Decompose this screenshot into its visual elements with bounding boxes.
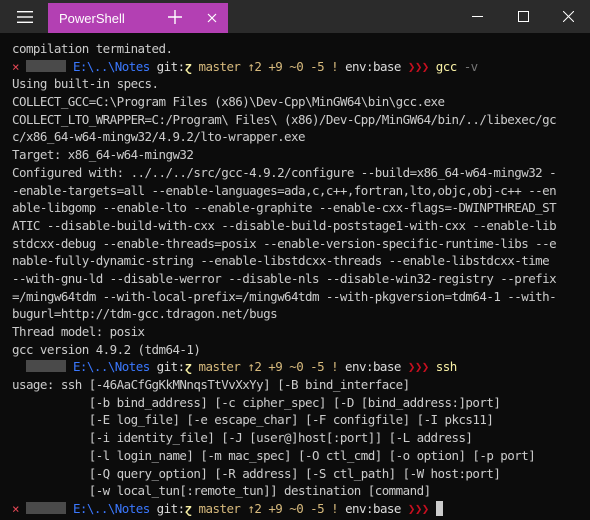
output-line: [-l login_name] [-m mac_spec] [-O ctl_cm… [12, 447, 536, 463]
output-line: [-i identity_file] [-J [user@]host[:port… [12, 430, 473, 446]
prompt-line-current[interactable]: × E:\..\Notes git:ɀ master ↑2 +9 ~0 -5 !… [12, 500, 556, 518]
command-gcc: gcc [435, 58, 457, 74]
output-line: COLLECT_LTO_WRAPPER=C:/Program\ Files\ (… [12, 111, 557, 127]
output-line: COLLECT_GCC=C:\Program Files (x86)\Dev-C… [12, 94, 445, 110]
git-status: ↑2 +9 ~0 -5 ! [247, 500, 339, 516]
output-line: Thread model: posix [12, 324, 145, 339]
git-label: git: [156, 58, 185, 74]
output-line: Target: x86_64-w64-mingw32 [12, 147, 194, 163]
tab-powershell[interactable]: PowerShell [48, 3, 228, 33]
output-line: Using built-in specs. [12, 76, 159, 92]
error-mark: × [12, 500, 20, 516]
output-line: gcc version 4.9.2 (tdm64-1) [12, 341, 201, 357]
output-line: [-b bind_address] [-c cipher_spec] [-D [… [12, 394, 501, 410]
output-line: [-Q query_option] [-R address] [-S ctl_p… [12, 465, 501, 481]
maximize-icon[interactable] [500, 0, 546, 33]
output-line: [-w local_tun[:remote_tun]] destination … [12, 483, 431, 499]
git-label: git: [156, 500, 185, 516]
redacted-username [25, 59, 66, 72]
prompt-path: E:\..\Notes [72, 58, 150, 74]
ssh-output: usage: ssh [-46AaCfGgKkMNnqsTtVvXxYy] [-… [12, 376, 556, 500]
prompt-line: E:\..\Notes git:ɀ master ↑2 +9 ~0 -5 ! e… [12, 358, 556, 376]
git-branch: master [198, 500, 241, 516]
tab-title: PowerShell [59, 10, 125, 26]
prompt-arrows: ❯❯❯ [407, 58, 429, 74]
output-line: c/x86_64-w64-mingw32/4.9.2/lto-wrapper.e… [12, 129, 306, 145]
output-line: -enable-targets=all --enable-languages=a… [12, 182, 557, 198]
env-label: env:base [345, 500, 401, 516]
output-line: --with-gnu-ld --disable-werror --disable… [12, 270, 557, 286]
git-branch: master [198, 58, 241, 74]
git-status: ↑2 +9 ~0 -5 ! [247, 58, 339, 74]
prompt-path: E:\..\Notes [72, 359, 150, 375]
tab-close-icon[interactable] [204, 10, 220, 26]
output-line: bugurl=http://tdm-gcc.tdragon.net/bugs [12, 306, 278, 322]
output-line: stdcxx-debug --enable-threads=posix --en… [12, 235, 557, 251]
git-branch: master [198, 359, 241, 375]
output-line: [-E log_file] [-e escape_char] [-F confi… [12, 412, 494, 428]
output-line: ATIC --disable-build-with-cxx --disable-… [12, 217, 557, 233]
title-bar: PowerShell [0, 0, 590, 33]
env-label: env:base [345, 359, 401, 375]
output-line: compilation terminated. [12, 41, 173, 56]
output-line: able-libgomp --enable-lto --enable-graph… [12, 200, 557, 216]
hamburger-icon[interactable] [8, 0, 42, 33]
output-line: Configured with: ../../../src/gcc-4.9.2/… [12, 164, 557, 180]
git-branch-icon: ɀ [184, 500, 193, 516]
gcc-output: Using built-in specs. COLLECT_GCC=C:\Prog… [12, 75, 557, 358]
text-cursor [435, 500, 443, 516]
git-label: git: [156, 359, 185, 375]
git-status: ↑2 +9 ~0 -5 ! [247, 359, 339, 375]
output-line: nable-fully-dynamic-string --enable-libs… [12, 253, 550, 269]
output-line: =/mingw64tdm --with-local-prefix=/mingw6… [12, 288, 557, 304]
prompt-path: E:\..\Notes [72, 500, 150, 516]
redacted-username [25, 501, 66, 514]
command-flag: -v [463, 58, 479, 74]
git-branch-icon: ɀ [184, 359, 193, 375]
new-tab-plus-icon[interactable] [160, 0, 190, 33]
git-branch-icon: ɀ [184, 58, 193, 74]
minimize-icon[interactable] [454, 0, 500, 33]
env-label: env:base [345, 58, 401, 74]
redacted-username [25, 360, 66, 373]
prompt-arrows: ❯❯❯ [407, 359, 429, 375]
prompt-line: × E:\..\Notes git:ɀ master ↑2 +9 ~0 -5 !… [12, 58, 556, 76]
error-mark: × [12, 58, 20, 74]
command-ssh: ssh [435, 359, 457, 375]
prompt-arrows: ❯❯❯ [407, 500, 429, 516]
terminal-area[interactable]: compilation terminated. × E:\..\Notes gi… [0, 33, 590, 520]
output-line: usage: ssh [-46AaCfGgKkMNnqsTtVvXxYy] [-… [12, 377, 410, 393]
window-close-icon[interactable] [546, 0, 590, 33]
